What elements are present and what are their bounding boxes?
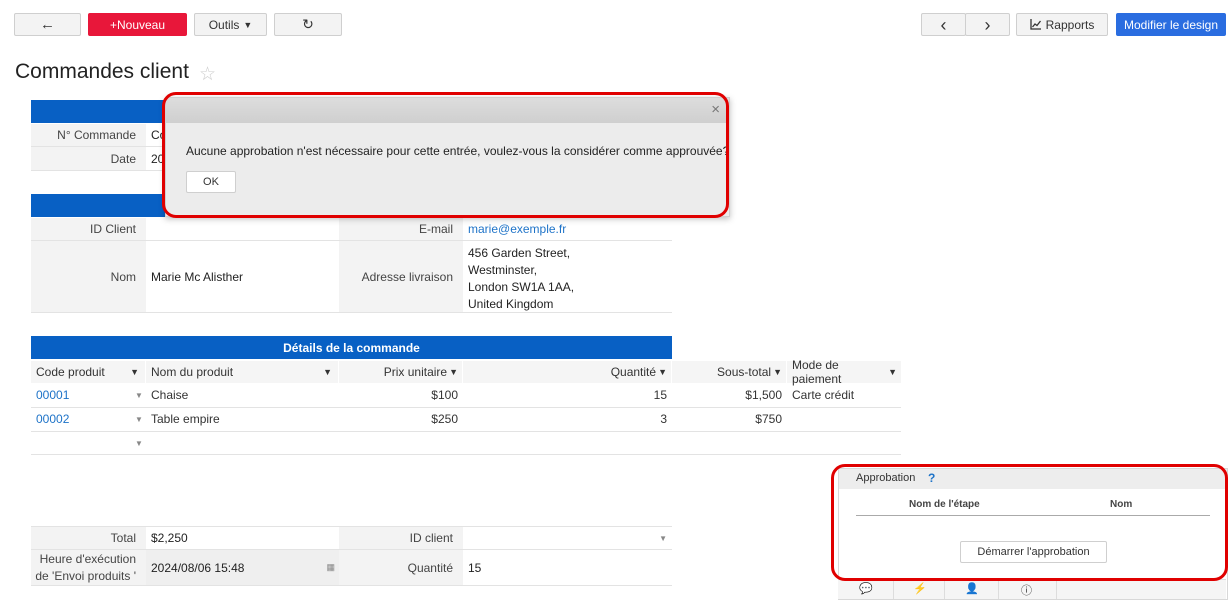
column-header-subtotal[interactable]: Sous-total ▼ <box>672 361 786 383</box>
highlight-ring <box>831 464 1228 581</box>
new-button[interactable]: +Nouveau <box>88 13 187 36</box>
chevron-right-icon: › <box>984 14 991 35</box>
separator <box>998 580 999 599</box>
arrow-left-icon: ← <box>40 16 55 33</box>
tools-button[interactable]: Outils ▼ <box>194 13 267 36</box>
total-label: Total <box>31 527 146 549</box>
caret-down-icon: ▼ <box>773 367 782 377</box>
payment-cell[interactable] <box>792 408 900 430</box>
quantity-cell[interactable]: 3 <box>463 408 667 430</box>
order-details-header: Détails de la commande <box>31 336 672 359</box>
order-number-label: N° Commande <box>31 124 146 146</box>
chevron-left-icon: ‹ <box>940 14 947 35</box>
product-code-link[interactable]: 00001 <box>36 384 136 406</box>
column-label: Code produit <box>36 365 105 379</box>
dropdown-icon[interactable]: ▼ <box>135 439 143 448</box>
name-value[interactable]: Marie Mc Alisther <box>146 241 339 312</box>
client-id-summary-label: ID client <box>339 527 463 549</box>
quantity-summary-value[interactable]: 15 <box>463 550 672 585</box>
unit-price-cell[interactable]: $250 <box>339 408 458 430</box>
subtotal-cell: $750 <box>755 412 782 426</box>
name-label: Nom <box>31 241 146 312</box>
address-value[interactable]: 456 Garden Street, Westminster, London S… <box>468 245 668 313</box>
column-header-product-code[interactable]: Code produit ▼ <box>31 361 145 383</box>
user-check-icon[interactable]: 👤 <box>965 582 979 595</box>
client-id-value[interactable] <box>146 218 339 240</box>
reports-label: Rapports <box>1045 17 1095 32</box>
column-label: Prix unitaire <box>383 365 448 379</box>
caret-down-icon: ▼ <box>323 367 332 377</box>
chart-icon <box>1029 19 1041 30</box>
execution-time-label-line: de 'Envoi produits ' <box>35 569 136 583</box>
caret-down-icon: ▼ <box>449 367 458 377</box>
column-header-unit-price[interactable]: Prix unitaire ▼ <box>339 361 462 383</box>
tools-label: Outils <box>208 17 240 32</box>
product-name-cell[interactable]: Table empire <box>151 408 331 430</box>
product-name-cell[interactable]: Chaise <box>151 384 331 406</box>
calendar-icon[interactable]: ▦ <box>326 562 335 573</box>
page-title: Commandes client <box>15 60 189 83</box>
divider <box>31 454 901 455</box>
column-label: Quantité <box>610 365 657 379</box>
order-section-header <box>31 100 171 123</box>
caret-down-icon: ▼ <box>130 367 139 377</box>
divider <box>31 585 672 586</box>
dropdown-icon[interactable]: ▼ <box>135 391 143 400</box>
payment-cell[interactable]: Carte crédit <box>792 384 900 406</box>
separator <box>1056 580 1057 599</box>
client-id-select[interactable]: ▼ <box>463 527 672 549</box>
divider <box>31 170 171 171</box>
date-label: Date <box>31 147 146 170</box>
info-icon[interactable]: ⓘ <box>1021 582 1032 598</box>
address-line: United Kingdom <box>468 297 554 311</box>
caret-down-icon: ▼ <box>888 367 897 377</box>
edit-design-button[interactable]: Modifier le design <box>1116 13 1226 36</box>
column-header-quantity[interactable]: Quantité ▼ <box>463 361 671 383</box>
column-label: Sous-total <box>717 365 772 379</box>
column-label: Nom du produit <box>151 365 234 379</box>
separator <box>893 580 894 599</box>
refresh-button[interactable]: ↻ <box>274 13 342 36</box>
address-line: London SW1A 1AA, <box>468 280 575 294</box>
bottom-action-bar: 💬 ⚡ 👤 ⓘ <box>838 579 1226 599</box>
caret-down-icon: ▼ <box>658 367 667 377</box>
divider <box>31 431 901 432</box>
separator <box>944 580 945 599</box>
execution-time-label: Heure d'exécution de 'Envoi produits ' <box>31 550 146 585</box>
email-label: E-mail <box>339 218 463 240</box>
execution-time-label-line: Heure d'exécution <box>39 552 136 566</box>
divider <box>31 312 672 313</box>
previous-record-button[interactable]: ‹ <box>921 13 966 36</box>
lightning-icon[interactable]: ⚡ <box>913 582 927 595</box>
address-line: Westminster, <box>468 263 538 277</box>
dropdown-icon[interactable]: ▼ <box>135 415 143 424</box>
favorite-star-icon[interactable]: ☆ <box>199 63 216 86</box>
client-section-header <box>31 194 171 217</box>
product-code-link[interactable]: 00002 <box>36 408 136 430</box>
column-header-product-name[interactable]: Nom du produit ▼ <box>146 361 338 383</box>
quantity-cell[interactable]: 15 <box>463 384 667 406</box>
back-button[interactable]: ← <box>14 13 81 36</box>
highlight-ring <box>162 92 729 218</box>
comment-icon[interactable]: 💬 <box>859 582 873 595</box>
subtotal-cell: $1,500 <box>745 388 782 402</box>
unit-price-cell[interactable]: $100 <box>339 384 458 406</box>
quantity-summary-label: Quantité <box>339 550 463 585</box>
total-value: $2,250 <box>151 531 188 545</box>
execution-time-value: 2024/08/06 15:48 <box>151 560 245 575</box>
dropdown-icon: ▼ <box>659 533 667 543</box>
next-record-button[interactable]: › <box>965 13 1010 36</box>
email-link[interactable]: marie@exemple.fr <box>463 218 672 240</box>
address-line: 456 Garden Street, <box>468 246 571 260</box>
caret-down-icon: ▼ <box>243 19 253 30</box>
column-header-payment[interactable]: Mode de paiement ▼ <box>787 358 901 386</box>
column-label: Mode de paiement <box>792 358 842 386</box>
reports-button[interactable]: Rapports <box>1016 13 1108 36</box>
client-id-label: ID Client <box>31 218 146 240</box>
refresh-icon: ↻ <box>302 16 314 32</box>
execution-time-input[interactable]: 2024/08/06 15:48 ▦ <box>146 550 339 585</box>
address-label: Adresse livraison <box>339 241 463 312</box>
